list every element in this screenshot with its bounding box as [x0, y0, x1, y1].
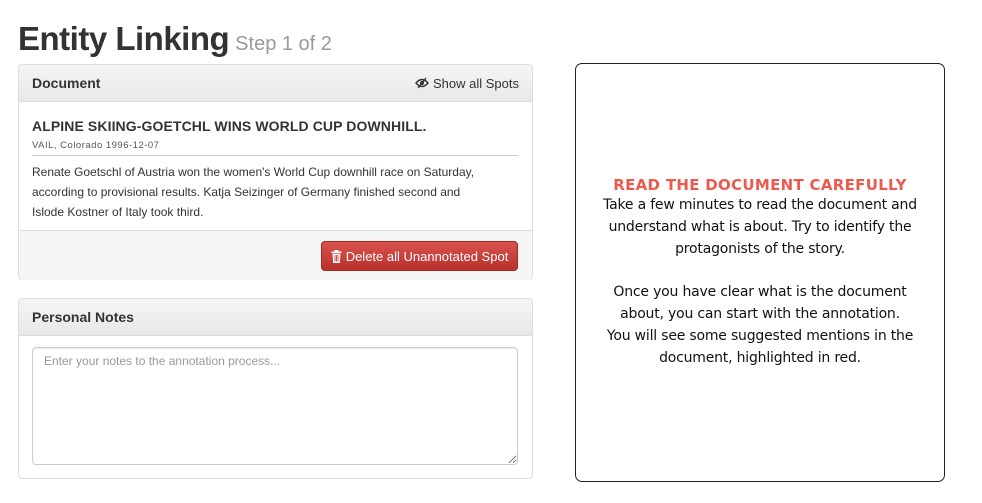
show-all-spots-link[interactable]: Show all Spots [415, 76, 519, 91]
instructions-line: Take a few minutes to read the document … [603, 197, 917, 213]
document-panel-footer: Delete all Unannotated Spot [19, 230, 532, 280]
document-text-line: Renate Goetschl of Austria won the women… [32, 165, 475, 179]
personal-notes-panel: Personal Notes [18, 298, 533, 479]
document-panel-title: Document [32, 75, 101, 91]
instructions-line: Once you have clear what is the document [613, 284, 907, 300]
delete-button-label: Delete all Unannotated Spot [345, 248, 509, 264]
instructions-line: document, highlighted in red. [659, 350, 861, 366]
trash-icon [331, 249, 342, 263]
document-dateline: VAIL, Colorado 1996-12-07 [32, 140, 518, 156]
document-body: ALPINE SKIING-GOETCHL WINS WORLD CUP DOW… [19, 102, 532, 222]
page-title: Entity Linking Step 1 of 2 [18, 20, 332, 58]
personal-notes-textarea[interactable] [32, 347, 518, 465]
instructions-line: You will see some suggested mentions in … [606, 328, 914, 344]
personal-notes-header: Personal Notes [19, 299, 532, 336]
delete-unannotated-spots-button[interactable]: Delete all Unannotated Spot [321, 241, 518, 271]
instructions-box: READ THE DOCUMENT CAREFULLY Take a few m… [575, 63, 945, 482]
document-text-line: Islode Kostner of Italy took third. [32, 205, 204, 219]
instructions-line: understand what is about. Try to identif… [608, 219, 912, 235]
document-headline: ALPINE SKIING-GOETCHL WINS WORLD CUP DOW… [32, 118, 427, 134]
instructions-line: about, you can start with the annotation… [620, 306, 900, 322]
personal-notes-body [19, 336, 532, 476]
show-all-spots-label: Show all Spots [433, 75, 519, 91]
document-text-line: according to provisional results. Katja … [32, 185, 461, 199]
document-panel-header: Document Show all Spots [19, 65, 532, 102]
step-indicator: Step 1 of 2 [235, 33, 332, 55]
document-panel: Document Show all Spots ALPINE SKIING-GO… [18, 64, 533, 280]
instructions-title: READ THE DOCUMENT CAREFULLY [613, 176, 907, 194]
page-title-text: Entity Linking [18, 20, 230, 57]
eye-icon [415, 77, 429, 89]
document-text: Renate Goetschl of Austria won the women… [32, 162, 518, 222]
instructions-line: protagonists of the story. [675, 241, 845, 257]
personal-notes-title: Personal Notes [32, 309, 134, 325]
